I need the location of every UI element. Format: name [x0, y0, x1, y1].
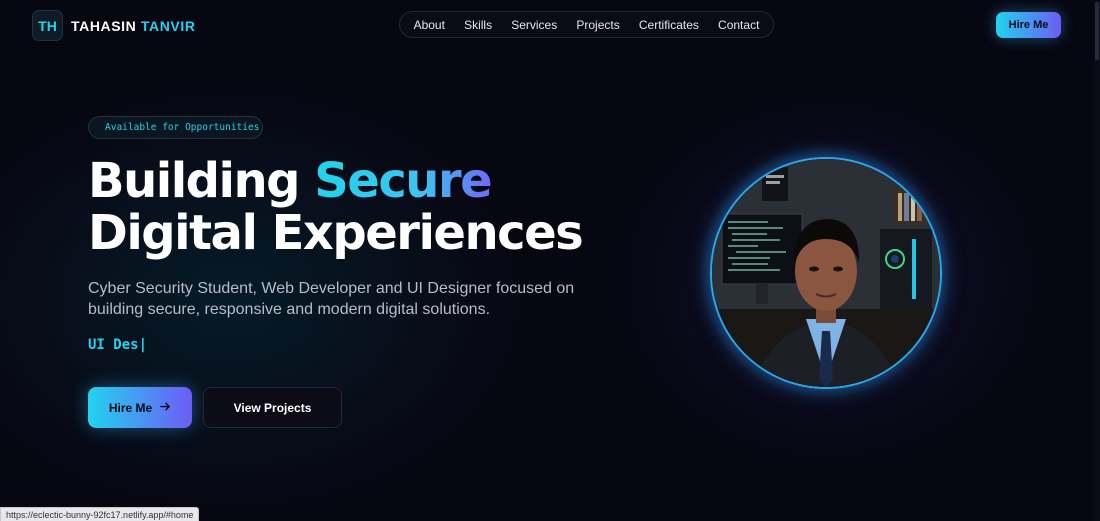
nav-about[interactable]: About — [414, 18, 445, 32]
scrollbar-thumb[interactable] — [1095, 2, 1099, 60]
main-nav: About Skills Services Projects Certifica… — [399, 11, 774, 38]
headline-building: Building — [88, 153, 315, 209]
hero-headline: Building Secure Digital Experiences — [88, 153, 584, 261]
view-projects-button[interactable]: View Projects — [203, 387, 342, 428]
scrollbar[interactable] — [1094, 0, 1100, 521]
nav-certificates[interactable]: Certificates — [639, 18, 699, 32]
page: TH TAHASIN TANVIR About Skills Services … — [0, 0, 1100, 521]
headline-line2: Digital Experiences — [88, 205, 584, 261]
logo-badge: TH — [32, 10, 63, 41]
logo-name: TAHASIN TANVIR — [71, 18, 196, 34]
browser-status-url: https://eclectic-bunny-92fc17.netlify.ap… — [0, 507, 200, 521]
nav-services[interactable]: Services — [511, 18, 557, 32]
nav-projects[interactable]: Projects — [576, 18, 619, 32]
arrow-right-icon — [160, 401, 171, 415]
nav-skills[interactable]: Skills — [464, 18, 492, 32]
headline-secure: Secure — [314, 153, 492, 209]
availability-text: Available for Opportunities — [105, 122, 260, 133]
hero-subtitle: Cyber Security Student, Web Developer an… — [88, 280, 575, 318]
hire-me-button[interactable]: Hire Me — [88, 387, 192, 428]
logo[interactable]: TH TAHASIN TANVIR — [32, 10, 196, 41]
typing-cursor: | — [138, 337, 148, 353]
typed-role: UI Des| — [88, 337, 147, 353]
logo-first-name: TAHASIN — [71, 17, 137, 34]
hire-me-label: Hire Me — [108, 400, 153, 415]
typed-text: UI Des — [88, 337, 139, 353]
header-hire-button[interactable]: Hire Me — [996, 12, 1061, 38]
nav-contact[interactable]: Contact — [718, 18, 759, 32]
availability-badge: Available for Opportunities — [88, 116, 263, 139]
profile-photo — [710, 157, 942, 389]
logo-last-name: TANVIR — [140, 17, 196, 34]
